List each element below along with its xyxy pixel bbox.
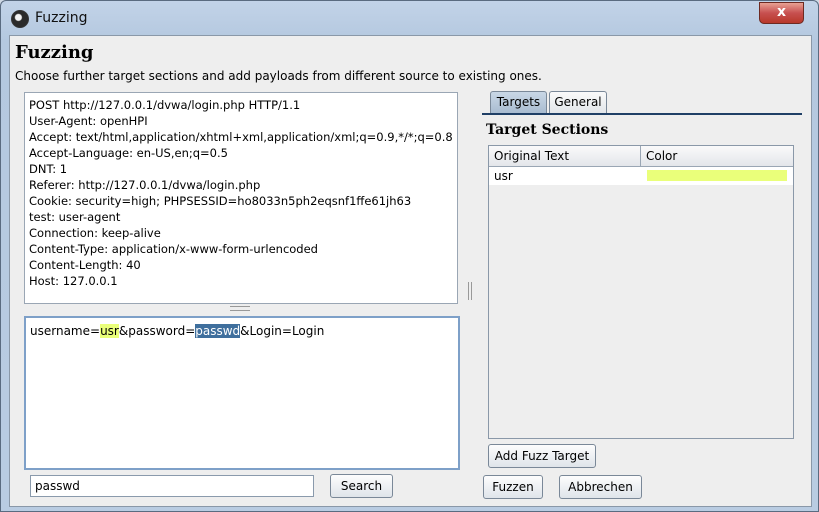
fuzz-target-highlight: usr [100, 324, 119, 338]
header-line: DNT: 1 [29, 162, 68, 176]
header-line: POST http://127.0.0.1/dvwa/login.php HTT… [29, 98, 301, 112]
cell-original-text: usr [494, 169, 513, 183]
tab-general[interactable]: General [549, 91, 607, 113]
search-input[interactable]: passwd [30, 475, 314, 497]
header-line: Connection: keep-alive [29, 226, 161, 240]
header-line: Host: 127.0.0.1 [29, 274, 118, 288]
dialog-content: Fuzzing Choose further target sections a… [9, 35, 812, 507]
selected-text: passwd [195, 324, 241, 338]
tab-divider [482, 113, 802, 115]
header-line: Content-Length: 40 [29, 258, 141, 272]
app-icon [11, 10, 29, 28]
header-line: User-Agent: openHPI [29, 114, 148, 128]
title-bar[interactable]: Fuzzing x [1, 1, 818, 35]
header-line: Accept-Language: en-US,en;q=0.5 [29, 146, 228, 160]
table-row[interactable]: usr [489, 167, 793, 185]
target-sections-table: Original Text Color usr [488, 145, 794, 439]
request-body-text: username=usr&password=passwd&Login=Login [30, 324, 324, 338]
table-header: Original Text Color [489, 146, 793, 167]
vertical-splitter[interactable] [465, 90, 473, 502]
fuzzen-button[interactable]: Fuzzen [483, 475, 543, 499]
request-body-textarea[interactable]: username=usr&password=passwd&Login=Login [24, 316, 460, 470]
close-button[interactable]: x [759, 2, 804, 24]
search-button[interactable]: Search [330, 474, 393, 498]
fuzzing-window: Fuzzing x Fuzzing Choose further target … [0, 0, 819, 512]
add-fuzz-target-button[interactable]: Add Fuzz Target [488, 444, 596, 468]
splitter-grip-icon [468, 282, 472, 300]
tab-targets[interactable]: Targets [490, 91, 547, 113]
header-line: Accept: text/html,application/xhtml+xml,… [29, 130, 453, 144]
header-line: Content-Type: application/x-www-form-url… [29, 242, 318, 256]
window-title: Fuzzing [35, 10, 88, 26]
cell-color-swatch [647, 170, 787, 181]
dialog-heading: Fuzzing [15, 42, 94, 63]
column-header-color[interactable]: Color [641, 146, 793, 166]
header-line: Cookie: security=high; PHPSESSID=ho8033n… [29, 194, 412, 208]
header-line: Referer: http://127.0.0.1/dvwa/login.php [29, 178, 261, 192]
body-text-part: &password= [118, 324, 196, 338]
column-header-original-text[interactable]: Original Text [489, 146, 641, 166]
request-headers-textarea[interactable]: POST http://127.0.0.1/dvwa/login.php HTT… [24, 92, 458, 304]
dialog-subtitle: Choose further target sections and add p… [15, 69, 542, 83]
body-text-part: username= [30, 324, 101, 338]
horizontal-splitter[interactable] [24, 304, 456, 312]
target-sections-heading: Target Sections [486, 122, 609, 138]
splitter-grip-icon [230, 306, 250, 311]
abbrechen-button[interactable]: Abbrechen [559, 475, 642, 499]
body-text-part: &Login=Login [240, 324, 325, 338]
header-line: test: user-agent [29, 210, 121, 224]
